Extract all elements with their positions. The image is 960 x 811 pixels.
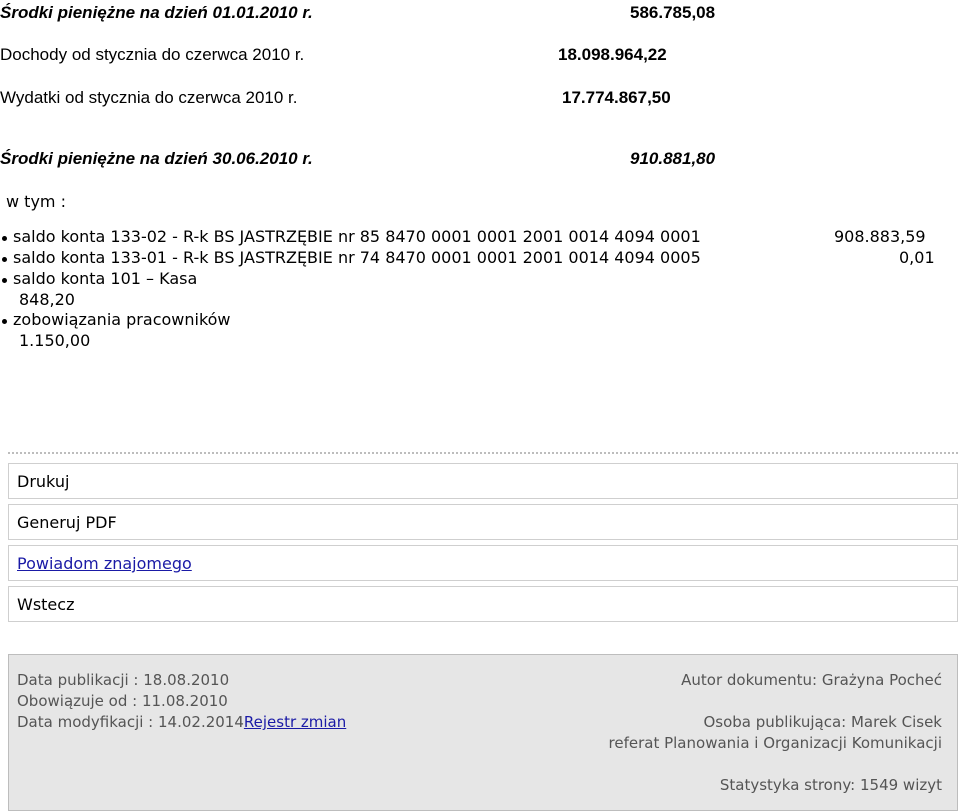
income-amount: 18.098.964,22 xyxy=(558,45,667,64)
changelog-link[interactable]: Rejestr zmian xyxy=(244,713,346,731)
bullet-icon xyxy=(2,257,7,262)
opening-balance-label: Środki pieniężne na dzień 01.01.2010 r. xyxy=(0,3,313,22)
print-label[interactable]: Drukuj xyxy=(17,472,69,491)
print-button[interactable]: Drukuj xyxy=(8,463,958,499)
publisher: Osoba publikująca: Marek Cisek xyxy=(703,713,942,731)
opening-balance-amount: 586.785,08 xyxy=(630,3,716,22)
back-label[interactable]: Wstecz xyxy=(17,595,74,614)
valid-from-date: Obowiązuje od : 11.08.2010 xyxy=(17,692,228,710)
breakdown-intro: w tym : xyxy=(6,192,66,211)
breakdown-item-label: saldo konta 133-01 - R-k BS JASTRZĘBIE n… xyxy=(13,248,701,267)
publication-date: Data publikacji : 18.08.2010 xyxy=(17,671,230,689)
notify-friend-button[interactable]: Powiadom znajomego xyxy=(8,545,958,581)
bullet-icon xyxy=(2,278,7,283)
page-stats: Statystyka strony: 1549 wizyt xyxy=(719,776,942,794)
breakdown-item-label: saldo konta 101 – Kasa xyxy=(13,269,198,288)
expense-amount: 17.774.867,50 xyxy=(562,88,671,107)
modification-date-line: Data modyfikacji : 14.02.2014Rejestr zmi… xyxy=(17,713,346,731)
breakdown-item-amount: 1.150,00 xyxy=(19,331,91,350)
breakdown-item-amount: 0,01 xyxy=(899,248,935,267)
breakdown-item-amount: 848,20 xyxy=(19,290,75,309)
breakdown-item-label: saldo konta 133-02 - R-k BS JASTRZĘBIE n… xyxy=(13,227,701,246)
breakdown-item-label: zobowiązania pracowników xyxy=(13,310,231,329)
generate-pdf-button[interactable]: Generuj PDF xyxy=(8,504,958,540)
generate-pdf-label[interactable]: Generuj PDF xyxy=(17,513,117,532)
department: referat Planowania i Organizacji Komunik… xyxy=(608,734,942,752)
notify-friend-link[interactable]: Powiadom znajomego xyxy=(17,554,192,573)
breakdown-item-amount: 908.883,59 xyxy=(834,227,926,246)
closing-balance-amount: 910.881,80 xyxy=(630,149,716,168)
expense-label: Wydatki od stycznia do czerwca 2010 r. xyxy=(0,88,298,107)
menu-divider xyxy=(8,452,958,454)
back-button[interactable]: Wstecz xyxy=(8,586,958,622)
income-label: Dochody od stycznia do czerwca 2010 r. xyxy=(0,45,305,64)
bullet-icon xyxy=(2,319,7,324)
bullet-icon xyxy=(2,236,7,241)
document-metadata-footer: Data publikacji : 18.08.2010 Obowiązuje … xyxy=(8,654,958,811)
modification-date: Data modyfikacji : 14.02.2014 xyxy=(17,713,244,731)
closing-balance-label: Środki pieniężne na dzień 30.06.2010 r. xyxy=(0,149,313,168)
document-author: Autor dokumentu: Grażyna Pocheć xyxy=(681,671,942,689)
